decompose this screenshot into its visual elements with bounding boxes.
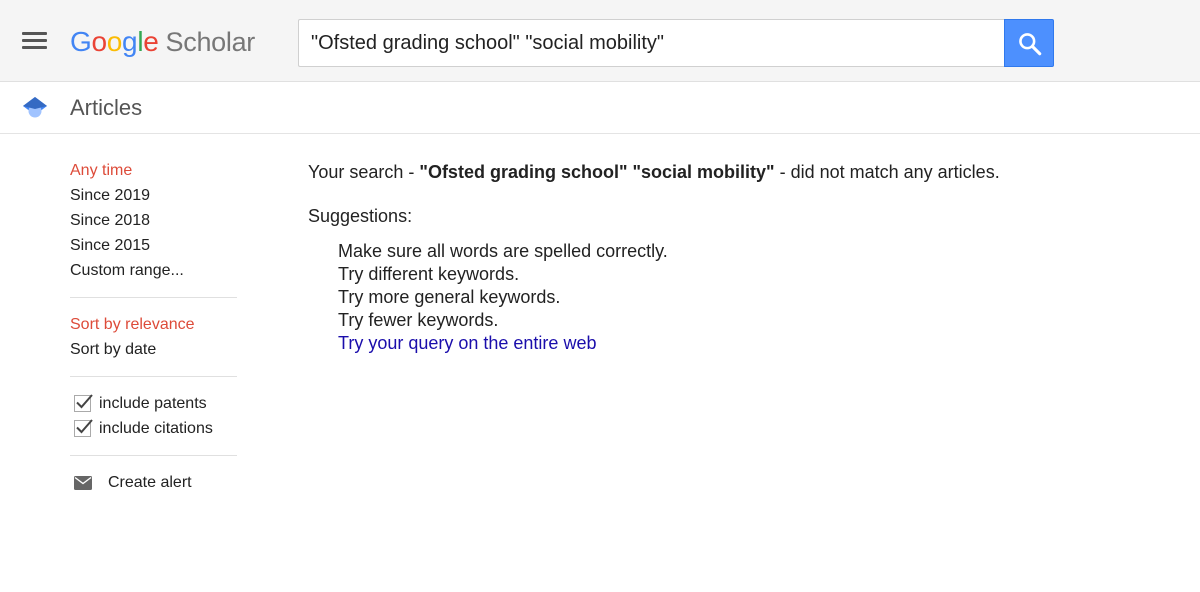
suggestion-item: Make sure all words are spelled correctl… [338, 241, 668, 261]
checkmark-icon [76, 419, 93, 434]
include-patents-checkbox[interactable] [74, 394, 93, 412]
articles-subheader: Articles [0, 82, 1200, 134]
include-citations-checkbox[interactable] [74, 419, 93, 437]
results-area: Your search - "Ofsted grading school" "s… [308, 160, 1168, 355]
suggestion-item: Try more general keywords. [338, 287, 561, 307]
search-icon [1019, 33, 1042, 56]
time-filter-custom-range[interactable]: Custom range... [70, 258, 240, 283]
time-filter-any-time[interactable]: Any time [70, 158, 240, 183]
time-filter-since-2015[interactable]: Since 2015 [70, 233, 240, 258]
sidebar-divider [70, 297, 237, 298]
no-results-message: Your search - "Ofsted grading school" "s… [308, 162, 1000, 182]
time-filter-since-2018[interactable]: Since 2018 [70, 208, 240, 233]
create-alert-label: Create alert [108, 474, 192, 491]
search-entire-web-link[interactable]: Try your query on the entire web [338, 332, 596, 355]
search-button[interactable] [1004, 19, 1054, 67]
sidebar-divider [70, 376, 237, 377]
create-alert-button[interactable]: Create alert [70, 470, 240, 495]
time-filter-since-2019[interactable]: Since 2019 [70, 183, 240, 208]
hamburger-menu-icon[interactable] [22, 30, 48, 52]
search-query-text: "Ofsted grading school" "social mobility… [419, 162, 775, 182]
filter-sidebar: Any time Since 2019 Since 2018 Since 201… [70, 158, 240, 495]
suggestion-item: Try different keywords. [338, 264, 520, 284]
suggestions-list: Make sure all words are spelled correctl… [308, 240, 1168, 355]
sort-by-relevance[interactable]: Sort by relevance [70, 312, 240, 337]
suggestions-heading: Suggestions: [308, 206, 413, 226]
include-patents-toggle[interactable]: include patents [70, 391, 240, 416]
scholar-cap-icon [23, 97, 47, 118]
logo-product-name: Scholar [165, 27, 256, 57]
checkmark-icon [76, 394, 93, 409]
header-bar: Google Scholar [0, 0, 1200, 82]
sidebar-divider [70, 455, 237, 456]
search-input[interactable] [299, 20, 1004, 66]
suggestion-item: Try fewer keywords. [338, 310, 499, 330]
include-citations-label: include citations [99, 420, 213, 437]
include-citations-toggle[interactable]: include citations [70, 416, 240, 441]
search-box [298, 19, 1004, 67]
google-scholar-logo[interactable]: Google Scholar [70, 22, 255, 62]
include-patents-label: include patents [99, 395, 207, 412]
articles-label: Articles [70, 95, 143, 120]
envelope-icon [74, 475, 92, 490]
sort-by-date[interactable]: Sort by date [70, 337, 240, 362]
